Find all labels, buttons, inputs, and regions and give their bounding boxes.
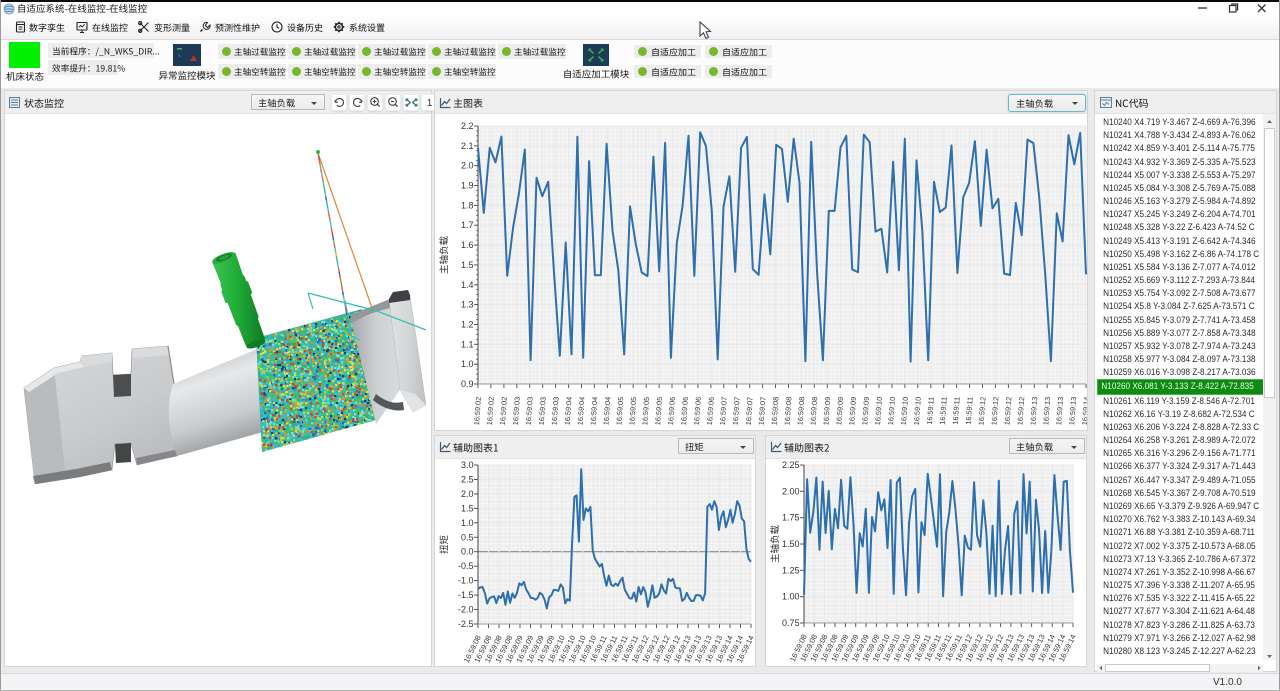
svg-text:1.0: 1.0	[461, 359, 474, 369]
svg-text:16:59:10: 16:59:10	[873, 397, 884, 426]
svg-text:16:59:07: 16:59:07	[731, 397, 742, 426]
svg-text:1.6: 1.6	[461, 240, 474, 250]
svg-text:-2.0: -2.0	[458, 605, 474, 615]
svg-text:16:59:03: 16:59:03	[524, 397, 535, 426]
svg-text:16:59:14: 16:59:14	[1080, 397, 1087, 426]
svg-text:16:59:09: 16:59:09	[834, 397, 845, 426]
svg-text:1.5: 1.5	[461, 260, 474, 270]
svg-text:16:59:11: 16:59:11	[938, 397, 949, 425]
svg-text:16:59:09: 16:59:09	[821, 397, 832, 426]
svg-text:16:59:11: 16:59:11	[964, 397, 975, 425]
svg-text:1.00: 1.00	[782, 592, 800, 602]
svg-text:16:59:11: 16:59:11	[925, 397, 936, 425]
svg-text:1.3: 1.3	[461, 300, 474, 310]
svg-text:16:59:02: 16:59:02	[472, 397, 483, 426]
svg-text:16:59:04: 16:59:04	[588, 397, 599, 426]
svg-text:16:59:13: 16:59:13	[1067, 397, 1078, 426]
svg-text:16:59:10: 16:59:10	[899, 397, 910, 426]
svg-text:1.9: 1.9	[461, 181, 474, 191]
svg-text:16:59:02: 16:59:02	[498, 397, 509, 426]
svg-text:2.1: 2.1	[461, 141, 474, 151]
svg-text:16:59:04: 16:59:04	[576, 397, 587, 426]
svg-text:16:59:08: 16:59:08	[770, 397, 781, 426]
svg-text:16:59:03: 16:59:03	[550, 397, 561, 426]
svg-text:16:59:07: 16:59:07	[744, 397, 755, 426]
svg-text:16:59:06: 16:59:06	[705, 397, 716, 426]
svg-text:16:59:09: 16:59:09	[847, 397, 858, 426]
svg-text:0.9: 0.9	[461, 379, 474, 389]
svg-text:1.8: 1.8	[461, 200, 474, 210]
svg-text:1.50: 1.50	[782, 539, 800, 549]
svg-text:1.25: 1.25	[782, 565, 800, 575]
svg-text:16:59:12: 16:59:12	[977, 397, 988, 426]
svg-text:0.0: 0.0	[461, 547, 474, 557]
svg-text:16:59:11: 16:59:11	[951, 397, 962, 425]
svg-text:16:59:13: 16:59:13	[1041, 397, 1052, 426]
svg-text:16:59:12: 16:59:12	[1015, 397, 1026, 426]
svg-text:16:59:03: 16:59:03	[537, 397, 548, 426]
svg-text:1.75: 1.75	[782, 513, 800, 523]
svg-text:16:59:04: 16:59:04	[601, 397, 612, 426]
svg-text:-2.5: -2.5	[458, 619, 474, 629]
svg-text:16:59:08: 16:59:08	[795, 397, 806, 426]
svg-text:-0.5: -0.5	[458, 561, 474, 571]
svg-text:-1.0: -1.0	[458, 576, 474, 586]
svg-text:2.2: 2.2	[461, 121, 474, 131]
svg-text:16:59:05: 16:59:05	[653, 397, 664, 426]
svg-text:1.7: 1.7	[461, 220, 474, 230]
svg-text:16:59:02: 16:59:02	[485, 397, 496, 426]
svg-text:16:59:03: 16:59:03	[511, 397, 522, 426]
svg-text:16:59:07: 16:59:07	[718, 397, 729, 426]
svg-text:16:59:13: 16:59:13	[1028, 397, 1039, 426]
svg-text:16:59:06: 16:59:06	[666, 397, 677, 426]
svg-text:16:59:10: 16:59:10	[886, 397, 897, 426]
svg-text:-1.5: -1.5	[458, 590, 474, 600]
svg-text:1.0: 1.0	[461, 518, 474, 528]
svg-text:16:59:07: 16:59:07	[757, 397, 768, 426]
svg-text:16:59:08: 16:59:08	[808, 397, 819, 426]
svg-text:1.4: 1.4	[461, 280, 474, 290]
svg-text:16:59:12: 16:59:12	[989, 397, 1000, 426]
svg-text:16:59:08: 16:59:08	[783, 397, 794, 426]
svg-text:2.25: 2.25	[782, 460, 800, 470]
svg-text:2.00: 2.00	[782, 486, 800, 496]
svg-text:3.0: 3.0	[461, 460, 474, 470]
svg-text:1.2: 1.2	[461, 320, 474, 330]
svg-text:16:59:04: 16:59:04	[563, 397, 574, 426]
svg-text:2.0: 2.0	[461, 489, 474, 499]
svg-text:16:59:10: 16:59:10	[912, 397, 923, 426]
svg-text:16:59:05: 16:59:05	[640, 397, 651, 426]
svg-text:1.5: 1.5	[461, 503, 474, 513]
svg-text:16:59:05: 16:59:05	[627, 397, 638, 426]
svg-text:16:59:09: 16:59:09	[860, 397, 871, 426]
svg-text:16:59:06: 16:59:06	[692, 397, 703, 426]
svg-text:1.1: 1.1	[461, 339, 474, 349]
svg-text:16:59:13: 16:59:13	[1054, 397, 1065, 426]
svg-text:0.75: 0.75	[782, 618, 800, 628]
svg-text:2.5: 2.5	[461, 475, 474, 485]
svg-text:16:59:05: 16:59:05	[614, 397, 625, 426]
svg-text:0.5: 0.5	[461, 532, 474, 542]
svg-text:1: 1	[427, 98, 433, 109]
svg-text:16:59:06: 16:59:06	[679, 397, 690, 426]
svg-text:16:59:12: 16:59:12	[1002, 397, 1013, 426]
svg-text:2.0: 2.0	[461, 161, 474, 171]
